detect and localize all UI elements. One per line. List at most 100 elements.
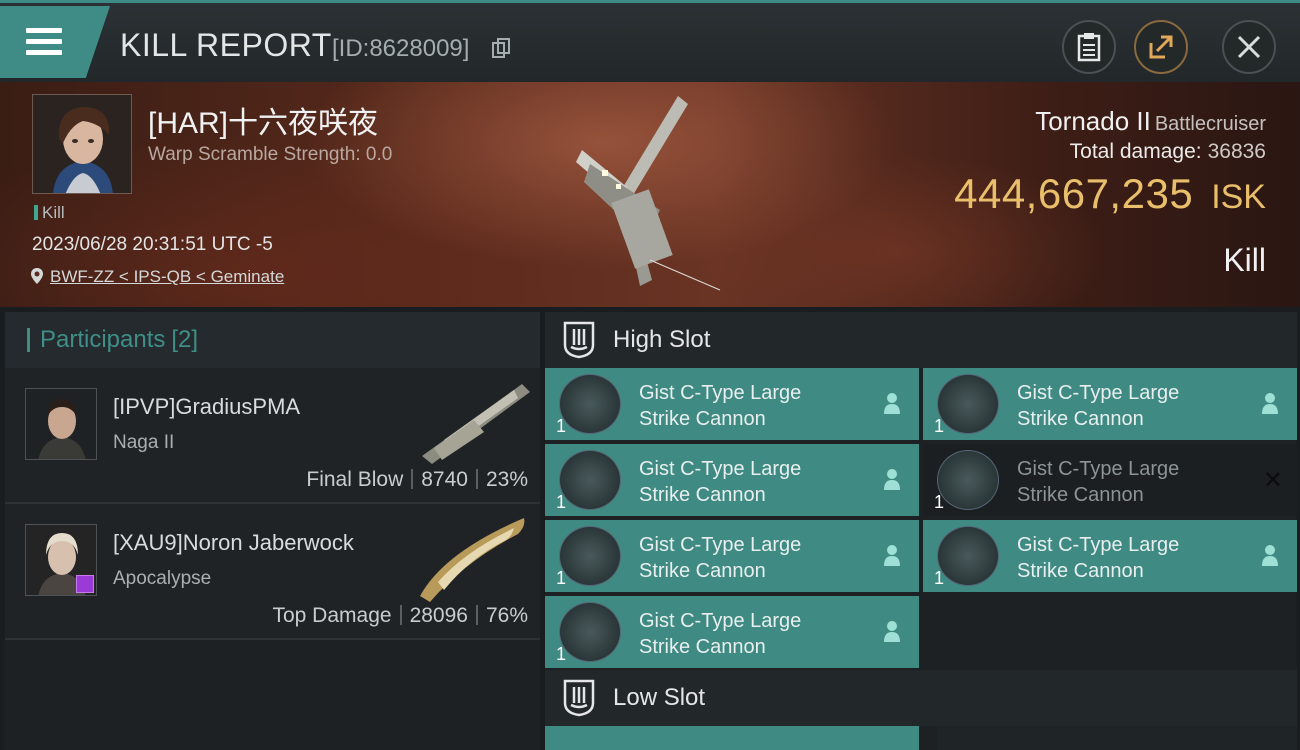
module-name: Gist C-Type Large Strike Cannon xyxy=(639,382,802,430)
isk-value: 444,667,235 xyxy=(954,170,1194,217)
cannon-icon xyxy=(559,602,621,662)
cannon-icon xyxy=(559,374,621,434)
participant-stats: Final Blow 8740 23% xyxy=(306,468,528,492)
close-button[interactable] xyxy=(1222,20,1276,74)
module-quantity: 1 xyxy=(556,644,567,664)
participant-portrait-icon xyxy=(26,389,96,459)
participant-percent: 76% xyxy=(485,604,528,627)
person-icon xyxy=(884,545,900,566)
kill-datetime: 2023/06/28 20:31:51 UTC -5 xyxy=(32,234,273,255)
participant-percent: 23% xyxy=(485,468,528,491)
high-slot-modules: 1 Gist C-Type Large Strike Cannon 1 Gist … xyxy=(545,368,1297,670)
participant-ship-image[interactable] xyxy=(414,512,534,602)
low-slot-module-partial[interactable] xyxy=(545,726,919,750)
module-item[interactable]: 1 Gist C-Type Large Strike Cannon xyxy=(545,596,919,668)
clipboard-icon xyxy=(1077,33,1101,62)
module-item[interactable]: 1 Gist C-Type Large Strike Cannon xyxy=(545,520,919,592)
low-slot-icon xyxy=(563,679,595,717)
participant-damage: 8740 xyxy=(421,468,468,491)
module-item-destroyed[interactable]: 1 Gist C-Type Large Strike Cannon ✕ xyxy=(923,444,1297,516)
corp-role-badge xyxy=(76,575,94,593)
participant-row[interactable]: [IPVP]GradiusPMA Naga II Final Blow 8740 2… xyxy=(5,368,540,504)
person-icon xyxy=(884,393,900,414)
module-name: Gist C-Type Large Strike Cannon xyxy=(1017,458,1180,506)
victim-ship-name[interactable]: Tornado II Battlecruiser xyxy=(1035,106,1266,137)
victim-ship-class: Battlecruiser xyxy=(1154,113,1266,135)
module-quantity: 1 xyxy=(556,492,567,512)
module-name: Gist C-Type Large Strike Cannon xyxy=(639,610,802,658)
page-title: KILL REPORT xyxy=(120,27,332,63)
module-item[interactable]: 1 Gist C-Type Large Strike Cannon xyxy=(923,368,1297,440)
module-name: Gist C-Type Large Strike Cannon xyxy=(1017,382,1180,430)
person-icon xyxy=(884,621,900,642)
victim-name[interactable]: [HAR]十六夜咲夜 xyxy=(148,98,378,142)
participant-name[interactable]: [XAU9]Noron Jaberwock xyxy=(113,530,354,556)
person-icon xyxy=(1262,545,1278,566)
victim-portrait-icon xyxy=(33,95,131,193)
participant-role: Top Damage xyxy=(272,604,392,627)
module-item[interactable]: 1 Gist C-Type Large Strike Cannon xyxy=(545,444,919,516)
participants-header: Participants [2] xyxy=(5,312,540,368)
module-item[interactable]: 1 Gist C-Type Large Strike Cannon xyxy=(923,520,1297,592)
participants-panel: Participants [2] [IPVP]GradiusPMA Naga I… xyxy=(5,312,540,750)
report-id: [ID:8628009] xyxy=(332,35,470,62)
kill-location[interactable]: BWF-ZZ < IPS-QB < Geminate xyxy=(30,267,284,287)
module-quantity: 1 xyxy=(934,416,945,436)
fitting-panel: High Slot 1 Gist C-Type Large Strike Cann… xyxy=(545,312,1297,750)
low-slot-module-partial[interactable] xyxy=(937,726,1297,750)
low-slot-header: Low Slot xyxy=(545,670,1297,726)
share-button[interactable] xyxy=(1134,20,1188,74)
isk-value-row: 444,667,235 ISK xyxy=(954,170,1266,218)
module-name: Gist C-Type Large Strike Cannon xyxy=(639,534,802,582)
location-link[interactable]: BWF-ZZ < IPS-QB < Geminate xyxy=(50,267,284,286)
module-name: Gist C-Type Large Strike Cannon xyxy=(1017,534,1180,582)
module-quantity: 1 xyxy=(934,568,945,588)
participant-stats: Top Damage 28096 76% xyxy=(272,604,528,628)
person-icon xyxy=(884,469,900,490)
high-slot-title: High Slot xyxy=(613,326,711,353)
participant-ship: Naga II xyxy=(113,432,175,453)
high-slot-header: High Slot xyxy=(545,312,1297,368)
copy-icon[interactable] xyxy=(492,38,510,58)
module-quantity: 1 xyxy=(934,492,945,512)
participant-damage: 28096 xyxy=(409,604,468,627)
participant-row[interactable]: [XAU9]Noron Jaberwock Apocalypse Top Dam… xyxy=(5,504,540,640)
cannon-icon xyxy=(559,450,621,510)
participant-role: Final Blow xyxy=(306,468,404,491)
victim-avatar[interactable] xyxy=(32,94,132,194)
top-bar: KILL REPORT [ID:8628009] xyxy=(0,0,1300,82)
cannon-icon xyxy=(937,450,999,510)
high-slot-icon xyxy=(563,321,595,359)
cannon-icon xyxy=(937,526,999,586)
destroyed-x-icon: ✕ xyxy=(1262,467,1283,494)
participant-avatar[interactable] xyxy=(25,388,97,460)
close-icon xyxy=(1237,35,1261,59)
cannon-icon xyxy=(559,526,621,586)
participants-label: Participants xyxy=(40,326,166,353)
location-pin-icon xyxy=(31,268,43,284)
participant-name[interactable]: [IPVP]GradiusPMA xyxy=(113,394,300,420)
total-damage: Total damage: 36836 xyxy=(1069,140,1266,163)
participants-count: [2] xyxy=(171,326,199,353)
kill-tag: Kill xyxy=(34,203,65,223)
module-quantity: 1 xyxy=(556,416,567,436)
menu-tab[interactable] xyxy=(0,6,110,78)
victim-ship-image[interactable] xyxy=(560,90,740,300)
clipboard-button[interactable] xyxy=(1062,20,1116,74)
warp-scramble-strength: Warp Scramble Strength: 0.0 xyxy=(148,144,393,165)
participant-avatar[interactable] xyxy=(25,524,97,596)
module-name: Gist C-Type Large Strike Cannon xyxy=(639,458,802,506)
isk-unit: ISK xyxy=(1211,178,1266,216)
share-icon xyxy=(1149,35,1173,59)
cannon-icon xyxy=(937,374,999,434)
kill-summary-banner: [HAR]十六夜咲夜 Warp Scramble Strength: 0.0 K… xyxy=(0,82,1300,307)
participant-ship: Apocalypse xyxy=(113,568,212,589)
kill-result: Kill xyxy=(1223,242,1266,278)
module-item[interactable]: 1 Gist C-Type Large Strike Cannon xyxy=(545,368,919,440)
total-damage-value: 36836 xyxy=(1207,140,1266,163)
participant-ship-image[interactable] xyxy=(414,376,534,466)
module-quantity: 1 xyxy=(556,568,567,588)
low-slot-title: Low Slot xyxy=(613,684,706,711)
menu-icon[interactable] xyxy=(26,28,62,56)
person-icon xyxy=(1262,393,1278,414)
